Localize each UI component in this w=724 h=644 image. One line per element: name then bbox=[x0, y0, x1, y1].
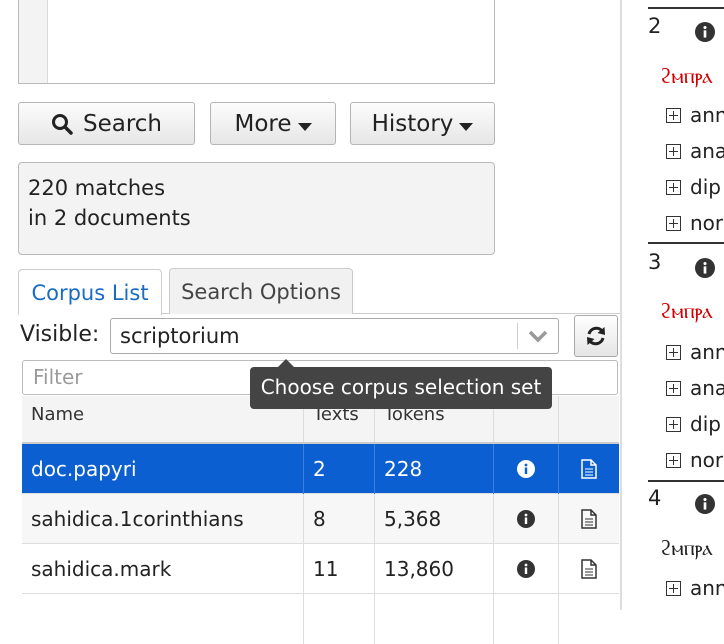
corpus-info-button[interactable] bbox=[494, 494, 559, 544]
corpus-document-button[interactable] bbox=[559, 544, 619, 594]
annotation-toggle[interactable]: ana bbox=[666, 139, 724, 163]
result-coptic-text: ϩⲙⲡⲣⲁ bbox=[660, 299, 713, 323]
tooltip-arrow bbox=[278, 359, 294, 367]
more-button[interactable]: More bbox=[210, 102, 336, 145]
search-button[interactable]: Search bbox=[18, 102, 195, 145]
table-row[interactable] bbox=[22, 594, 619, 644]
result-number: 3 bbox=[648, 250, 662, 274]
annotation-toggle[interactable]: ana bbox=[666, 376, 724, 400]
document-count: in 2 documents bbox=[28, 206, 191, 230]
result-number: 4 bbox=[648, 486, 662, 510]
result-coptic-text: ϩⲙⲡⲣⲁ bbox=[660, 64, 713, 88]
more-button-label: More bbox=[234, 110, 292, 137]
document-icon bbox=[581, 559, 597, 579]
panel-divider bbox=[620, 0, 622, 610]
annotation-toggle[interactable]: nor bbox=[666, 211, 723, 235]
annotation-toggle[interactable]: dip bbox=[666, 175, 721, 199]
plus-box-icon bbox=[666, 107, 681, 123]
corpus-set-value: scriptorium bbox=[120, 324, 240, 348]
result-separator bbox=[648, 480, 724, 482]
annotation-label: ana bbox=[690, 376, 724, 400]
info-icon bbox=[517, 510, 535, 528]
annotation-toggle[interactable]: ann bbox=[666, 340, 724, 364]
annotation-label: nor bbox=[690, 448, 724, 472]
annotation-label: dip bbox=[690, 412, 721, 436]
visible-label: Visible: bbox=[20, 322, 100, 347]
plus-box-icon bbox=[666, 179, 681, 195]
refresh-icon bbox=[587, 326, 605, 346]
annotation-label: ann bbox=[690, 103, 724, 127]
result-number: 2 bbox=[648, 14, 662, 38]
corpus-texts: 11 bbox=[304, 544, 375, 594]
select-separator bbox=[517, 323, 518, 349]
chevron-down-icon bbox=[528, 330, 548, 343]
corpus-info-button bbox=[494, 594, 559, 644]
plus-box-icon bbox=[666, 143, 681, 159]
table-row[interactable]: doc.papyri 2 228 bbox=[22, 444, 619, 494]
annotation-toggle[interactable]: nor bbox=[666, 448, 723, 472]
corpus-name: doc.papyri bbox=[22, 444, 304, 494]
annotation-label: ann bbox=[690, 576, 724, 600]
annotation-label: ana bbox=[690, 139, 724, 163]
info-icon[interactable] bbox=[695, 22, 715, 42]
corpus-texts bbox=[304, 594, 375, 644]
corpus-tokens: 13,860 bbox=[375, 544, 494, 594]
tab-corpus-list-label: Corpus List bbox=[31, 280, 149, 305]
tab-search-options[interactable]: Search Options bbox=[169, 268, 353, 314]
table-row[interactable]: sahidica.1corinthians 8 5,368 bbox=[22, 494, 619, 544]
result-separator bbox=[648, 242, 724, 244]
document-icon bbox=[581, 509, 597, 529]
corpus-name: sahidica.1corinthians bbox=[22, 494, 304, 544]
corpus-name: sahidica.mark bbox=[22, 544, 304, 594]
corpus-set-select[interactable]: scriptorium bbox=[110, 318, 559, 354]
plus-box-icon bbox=[666, 215, 681, 231]
corpus-texts: 2 bbox=[304, 444, 375, 494]
corpus-tokens: 228 bbox=[375, 444, 494, 494]
column-header-name-label: Name bbox=[31, 404, 85, 425]
plus-box-icon bbox=[666, 344, 681, 360]
corpus-name bbox=[22, 594, 304, 644]
annotation-toggle[interactable]: ann bbox=[666, 576, 724, 600]
caret-down-icon bbox=[459, 122, 474, 131]
search-icon bbox=[51, 113, 73, 135]
plus-box-icon bbox=[666, 580, 681, 596]
info-icon bbox=[517, 560, 535, 578]
corpus-info-button[interactable] bbox=[494, 444, 559, 494]
tooltip: Choose corpus selection set bbox=[250, 367, 552, 409]
column-header-doc bbox=[559, 396, 619, 442]
corpus-document-button[interactable] bbox=[559, 494, 619, 544]
info-icon[interactable] bbox=[695, 258, 715, 278]
match-status: 220 matches in 2 documents bbox=[18, 162, 495, 255]
tab-search-options-label: Search Options bbox=[181, 279, 341, 304]
annotation-label: ann bbox=[690, 340, 724, 364]
plus-box-icon bbox=[666, 380, 681, 396]
annotation-toggle[interactable]: ann bbox=[666, 103, 724, 127]
corpus-tokens: 5,368 bbox=[375, 494, 494, 544]
history-button[interactable]: History bbox=[350, 102, 495, 145]
plus-box-icon bbox=[666, 452, 681, 468]
corpus-tokens bbox=[375, 594, 494, 644]
search-button-label: Search bbox=[82, 110, 163, 137]
document-icon bbox=[581, 459, 597, 479]
annotation-label: nor bbox=[690, 211, 724, 235]
query-editor[interactable] bbox=[18, 0, 495, 84]
corpus-info-button[interactable] bbox=[494, 544, 559, 594]
annotation-toggle[interactable]: dip bbox=[666, 412, 721, 436]
result-separator bbox=[648, 7, 724, 9]
corpus-document-button[interactable] bbox=[559, 444, 619, 494]
match-count: 220 matches bbox=[28, 176, 166, 200]
info-icon[interactable] bbox=[695, 494, 715, 514]
corpus-texts: 8 bbox=[304, 494, 375, 544]
query-editor-gutter bbox=[19, 0, 48, 83]
plus-box-icon bbox=[666, 416, 681, 432]
info-icon bbox=[517, 460, 535, 478]
tab-corpus-list[interactable]: Corpus List bbox=[18, 269, 162, 315]
caret-down-icon bbox=[297, 122, 312, 131]
result-coptic-text: ϩⲙⲡⲣⲁ bbox=[660, 536, 713, 560]
history-button-label: History bbox=[371, 110, 454, 137]
table-row[interactable]: sahidica.mark 11 13,860 bbox=[22, 544, 619, 594]
annotation-label: dip bbox=[690, 175, 721, 199]
refresh-button[interactable] bbox=[574, 315, 618, 357]
